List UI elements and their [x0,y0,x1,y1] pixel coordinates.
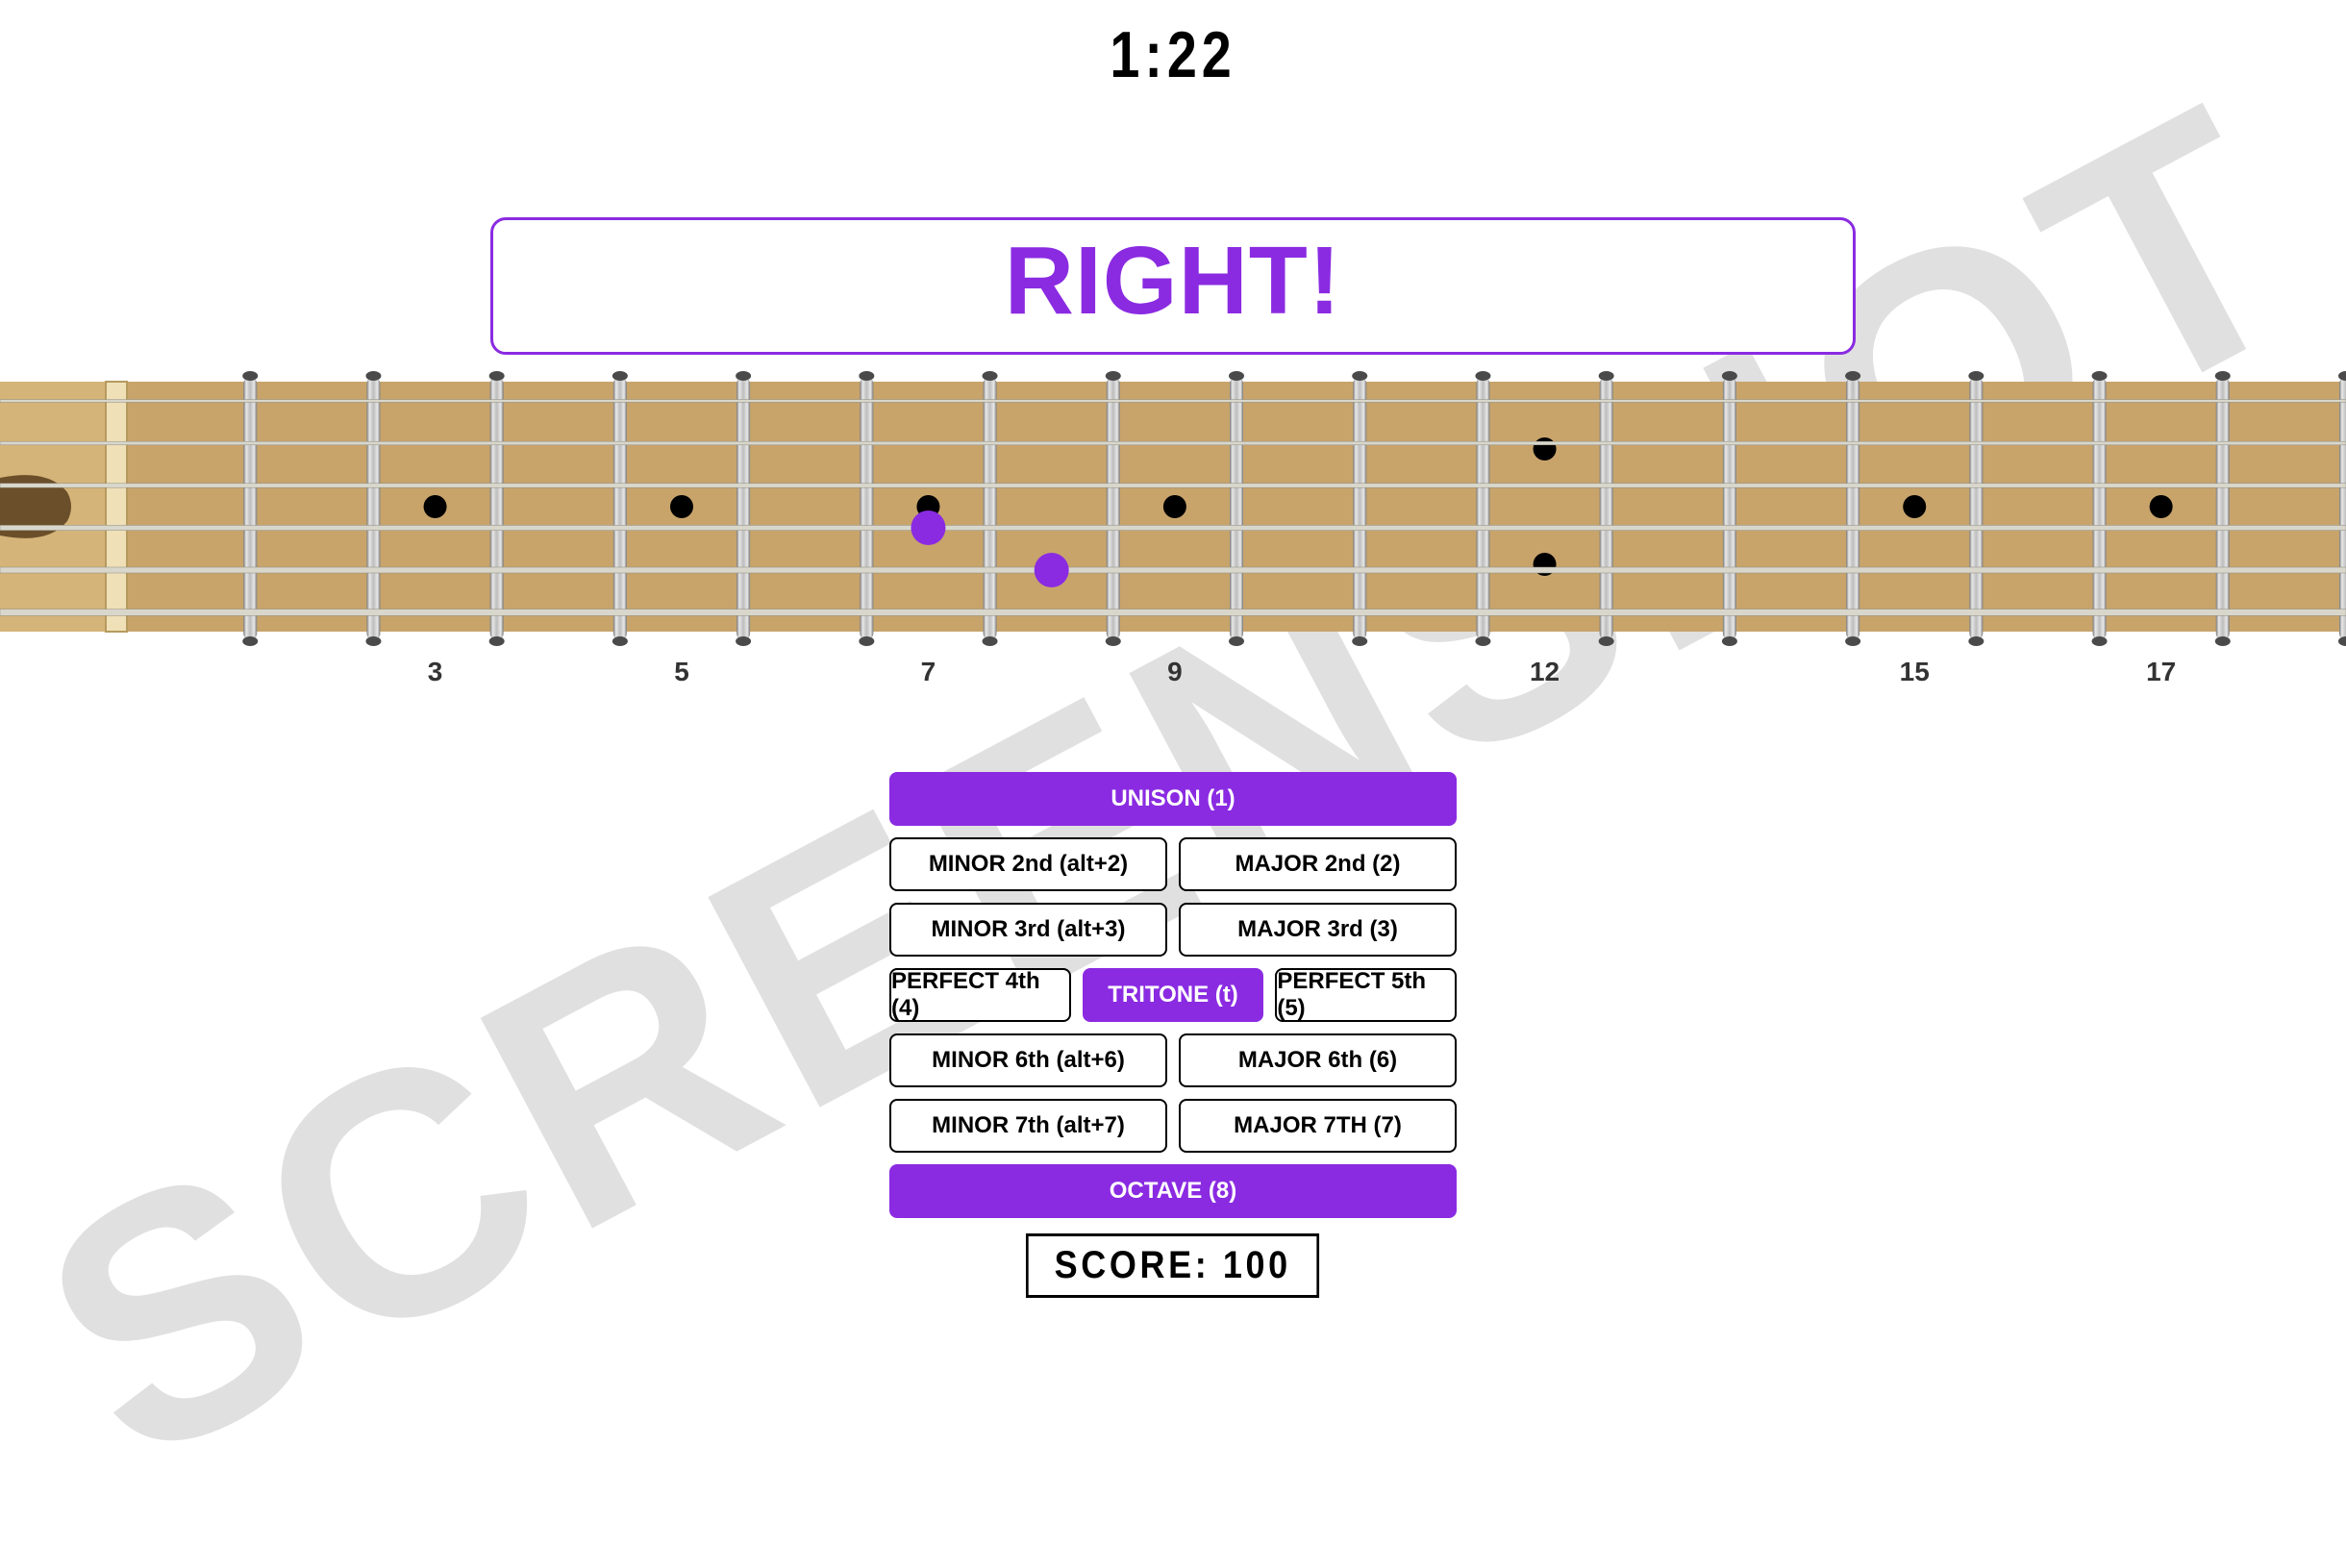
fret-number-5: 5 [674,657,689,687]
answer-tritone[interactable]: TRITONE (t) [1083,968,1264,1022]
answer-minor-3rd[interactable]: MINOR 3rd (alt+3) [889,903,1167,957]
timer-display: 1:22 [1110,17,1235,92]
fret-number-17: 17 [2146,657,2176,687]
feedback-banner: RIGHT! [490,217,1856,355]
answer-major-2nd[interactable]: MAJOR 2nd (2) [1179,837,1457,891]
answer-major-6th[interactable]: MAJOR 6th (6) [1179,1033,1457,1087]
answer-major-7th[interactable]: MAJOR 7TH (7) [1179,1099,1457,1153]
answer-grid: UNISON (1) MINOR 2nd (alt+2) MAJOR 2nd (… [889,772,1457,1218]
answer-unison[interactable]: UNISON (1) [889,772,1457,826]
answer-octave[interactable]: OCTAVE (8) [889,1164,1457,1218]
answer-minor-2nd[interactable]: MINOR 2nd (alt+2) [889,837,1167,891]
fret-number-row: 3 5 7 9 12 15 17 [0,657,2346,695]
answer-perfect-4th[interactable]: PERFECT 4th (4) [889,968,1071,1022]
answer-perfect-5th[interactable]: PERFECT 5th (5) [1275,968,1457,1022]
answer-minor-7th[interactable]: MINOR 7th (alt+7) [889,1099,1167,1153]
fret-number-12: 12 [1530,657,1560,687]
fret-number-9: 9 [1167,657,1183,687]
answer-minor-6th[interactable]: MINOR 6th (alt+6) [889,1033,1167,1087]
answer-major-3rd[interactable]: MAJOR 3rd (3) [1179,903,1457,957]
fret-number-7: 7 [921,657,936,687]
fretboard[interactable]: 3 5 7 9 12 15 17 [0,362,2346,695]
fret-number-15: 15 [1900,657,1930,687]
fret-number-3: 3 [428,657,443,687]
fretboard-svg [0,362,2346,651]
score-display: SCORE: 100 [1026,1233,1319,1298]
